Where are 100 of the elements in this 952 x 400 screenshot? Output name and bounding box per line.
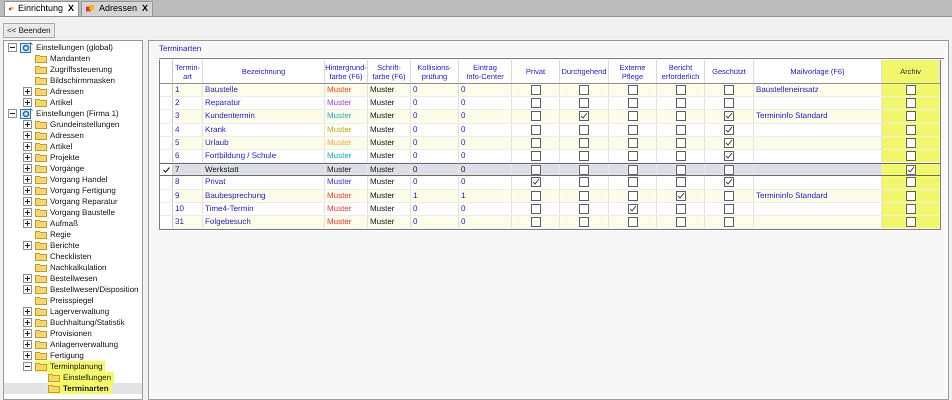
tree-item[interactable]: Regie (50, 229, 71, 240)
checkbox[interactable] (724, 190, 734, 201)
checkbox[interactable] (530, 204, 540, 214)
checkbox[interactable] (530, 151, 540, 162)
checkbox[interactable] (676, 111, 686, 122)
checkbox[interactable] (724, 204, 734, 214)
checkbox[interactable] (628, 164, 638, 175)
checkbox[interactable] (906, 151, 916, 162)
table-row[interactable]: 9 Baubesprechung Muster Muster 1 1 Termininfo Standard (160, 190, 940, 203)
checkbox[interactable] (676, 177, 686, 188)
checkbox[interactable] (676, 85, 686, 96)
expand-icon[interactable] (23, 153, 32, 162)
tree-item[interactable]: Projekte (50, 152, 80, 163)
checkbox[interactable] (579, 164, 589, 175)
tree-item[interactable]: Bildschirmmasken (50, 75, 115, 86)
expand-icon[interactable] (23, 120, 32, 129)
tree-item[interactable]: Vorgänge (50, 163, 84, 174)
expand-icon[interactable] (23, 285, 32, 294)
checkbox[interactable] (579, 177, 589, 188)
checkbox[interactable] (579, 151, 589, 162)
expand-icon[interactable] (23, 186, 32, 195)
checkbox[interactable] (579, 190, 589, 201)
tree-item[interactable]: Zugriffssteuerung (50, 64, 112, 75)
collapse-icon[interactable] (23, 362, 32, 371)
collapse-icon[interactable] (8, 43, 17, 52)
checkbox[interactable] (906, 204, 916, 214)
checkbox[interactable] (724, 138, 734, 148)
tree-item[interactable]: Vorgang Handel (50, 174, 108, 185)
tree-item[interactable]: Adressen (50, 86, 84, 97)
checkbox[interactable] (579, 138, 589, 148)
tab[interactable]: Einrichtung X (4, 1, 79, 16)
tree-item[interactable]: Aufmaß (50, 218, 78, 229)
checkbox[interactable] (906, 98, 916, 108)
back-button[interactable]: << Beenden (3, 23, 55, 38)
table-row[interactable]: 8 Privat Muster Muster 0 0 (160, 176, 940, 190)
checkbox[interactable] (579, 111, 589, 122)
checkbox[interactable] (676, 190, 686, 201)
expand-icon[interactable] (23, 142, 32, 151)
checkbox[interactable] (530, 98, 540, 108)
checkbox[interactable] (530, 111, 540, 122)
expand-icon[interactable] (23, 219, 32, 228)
checkbox[interactable] (628, 190, 638, 201)
checkbox[interactable] (530, 216, 540, 227)
tree-item[interactable]: Adressen (50, 130, 84, 141)
table-row[interactable]: 10 Time4-Termin Muster Muster 0 0 (160, 202, 940, 216)
tree-item[interactable]: Einstellungen (global) (36, 42, 113, 53)
checkbox[interactable] (906, 164, 916, 175)
checkbox[interactable] (724, 111, 734, 122)
checkbox[interactable] (906, 216, 916, 227)
table-row[interactable]: 31 Folgebesuch Muster Muster 0 0 (160, 216, 940, 230)
checkbox[interactable] (676, 98, 686, 108)
checkbox[interactable] (530, 177, 540, 188)
checkbox[interactable] (530, 85, 540, 96)
checkbox[interactable] (628, 151, 638, 162)
checkbox[interactable] (724, 85, 734, 96)
table-row[interactable]: 6 Fortbildung / Schule Muster Muster 0 0 (160, 150, 940, 164)
table-row[interactable]: 5 Urlaub Muster Muster 0 0 (160, 136, 940, 150)
checkbox[interactable] (676, 124, 686, 135)
tree-item[interactable]: Einstellungen (Firma 1) (36, 108, 119, 119)
checkbox[interactable] (628, 177, 638, 188)
expand-icon[interactable] (23, 241, 32, 250)
checkbox[interactable] (579, 124, 589, 135)
checkbox[interactable] (906, 138, 916, 148)
expand-icon[interactable] (23, 197, 32, 206)
tree-item[interactable]: Bestellwesen/Disposition (50, 284, 138, 295)
expand-icon[interactable] (23, 131, 32, 140)
tree-item[interactable]: Berichte (50, 240, 80, 251)
checkbox[interactable] (676, 204, 686, 214)
tree-item[interactable]: Anlagenverwaltung (50, 339, 118, 350)
checkbox[interactable] (906, 177, 916, 188)
checkbox[interactable] (579, 98, 589, 108)
checkbox[interactable] (530, 138, 540, 148)
checkbox[interactable] (579, 85, 589, 96)
checkbox[interactable] (906, 190, 916, 201)
checkbox[interactable] (724, 124, 734, 135)
checkbox[interactable] (530, 164, 540, 175)
expand-icon[interactable] (23, 208, 32, 217)
close-button[interactable]: X (68, 2, 74, 16)
checkbox[interactable] (530, 124, 540, 135)
checkbox[interactable] (724, 151, 734, 162)
tree-item[interactable]: Vorgang Fertigung (50, 185, 116, 196)
checkbox[interactable] (628, 124, 638, 135)
tree-item[interactable]: Artikel (50, 141, 72, 152)
tree-item[interactable]: Mandanten (50, 53, 90, 64)
checkbox[interactable] (676, 216, 686, 227)
checkbox[interactable] (906, 85, 916, 96)
expand-icon[interactable] (23, 175, 32, 184)
tree-item[interactable]: Grundeinstellungen (50, 119, 120, 130)
expand-icon[interactable] (23, 164, 32, 173)
expand-icon[interactable] (23, 87, 32, 96)
tree-item[interactable]: Bestellwesen (50, 273, 98, 284)
checkbox[interactable] (906, 124, 916, 135)
table-row[interactable]: 7 Werkstatt Muster Muster 0 0 (160, 163, 940, 176)
table-row[interactable]: 1 Baustelle Muster Muster 0 0 Baustelleneinsatz (160, 84, 940, 98)
checkbox[interactable] (530, 190, 540, 201)
tree-item[interactable]: Lagerverwaltung (50, 306, 110, 317)
checkbox[interactable] (628, 98, 638, 108)
expand-icon[interactable] (23, 329, 32, 338)
expand-icon[interactable] (23, 318, 32, 327)
checkbox[interactable] (579, 216, 589, 227)
